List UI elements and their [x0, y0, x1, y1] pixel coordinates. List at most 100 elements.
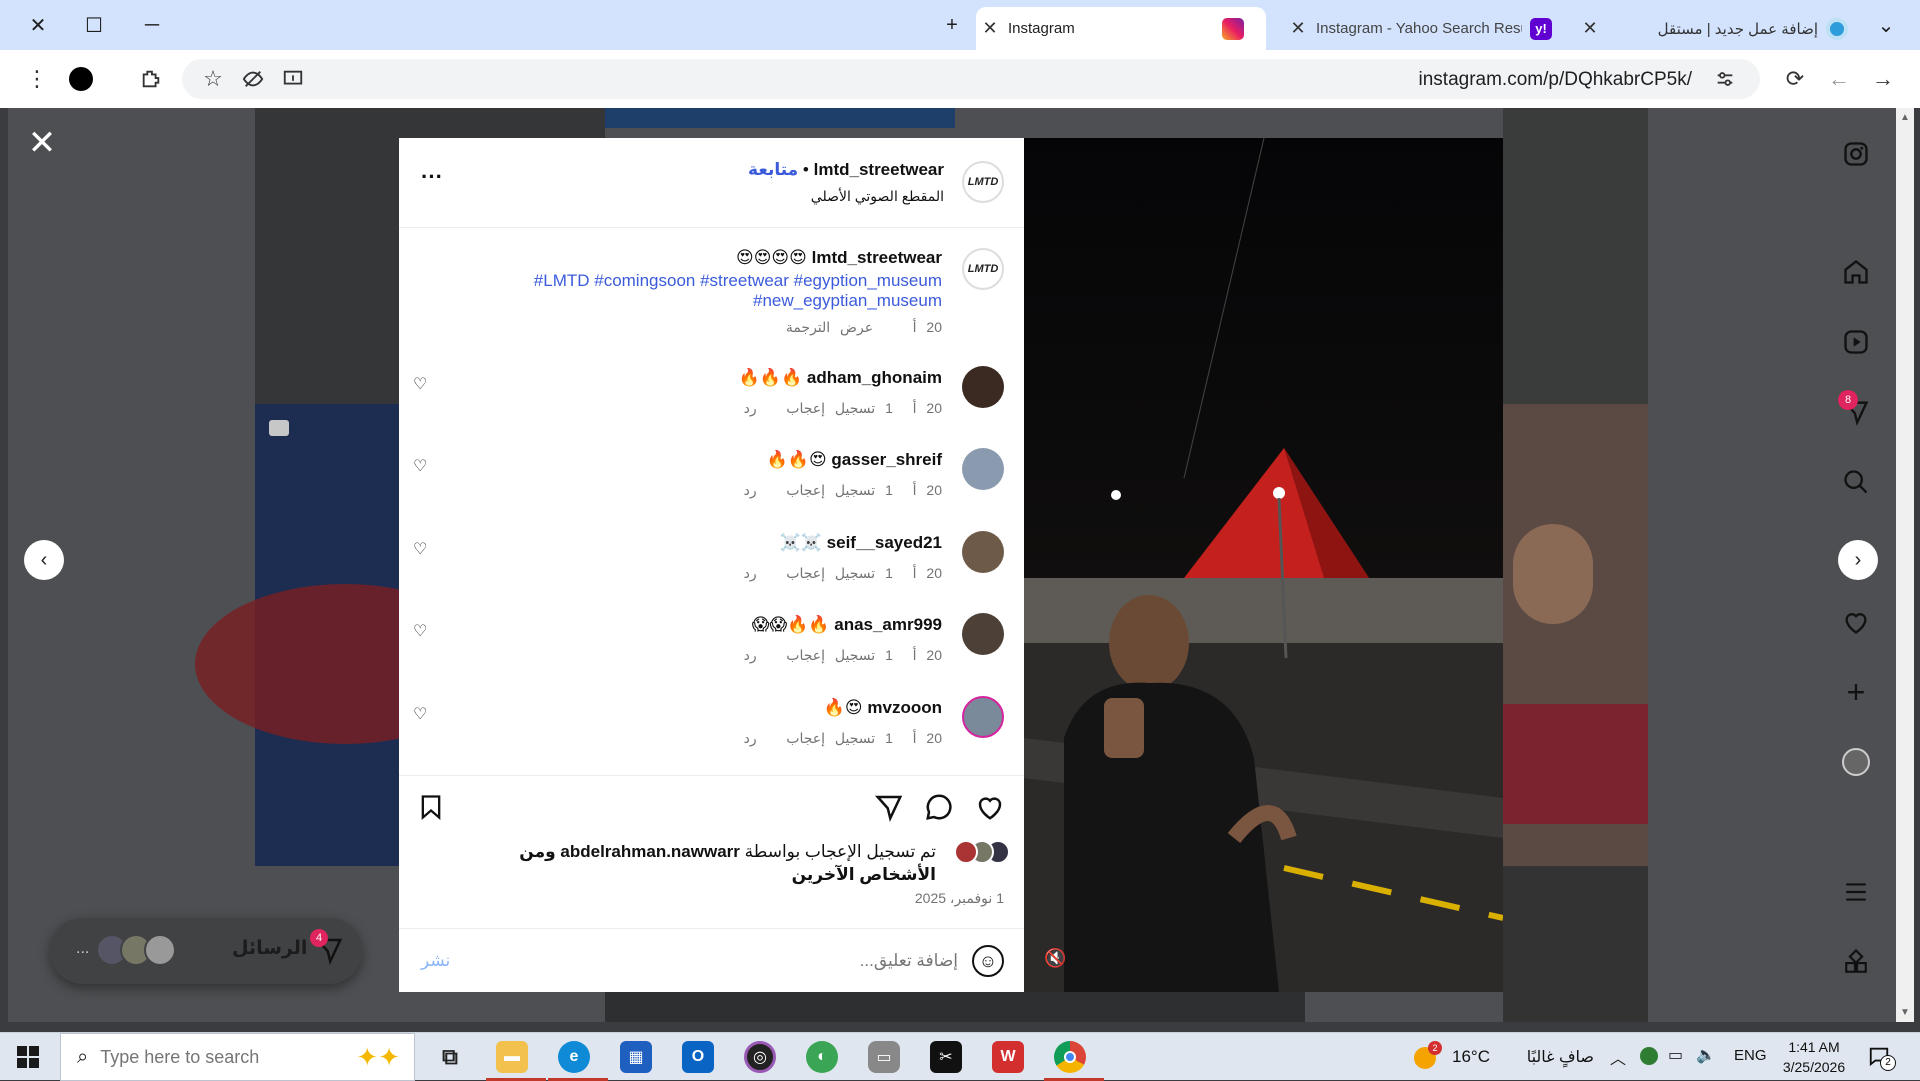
app-ring-icon[interactable]: ◎ [744, 1041, 776, 1073]
capcut-icon[interactable]: ✂ [930, 1041, 962, 1073]
commenter-username[interactable]: adham_ghonaim [807, 368, 942, 387]
background-post-tile[interactable] [195, 404, 495, 866]
menu-icon[interactable]: ⋮ [22, 64, 52, 94]
tab-yahoo[interactable]: ✕ Instagram - Yahoo Search Resu y! [1284, 7, 1584, 50]
file-explorer-icon[interactable]: ▬ [496, 1041, 528, 1073]
reply-button[interactable]: رد [744, 482, 757, 498]
caption-hashtags[interactable]: #LMTD #comingsoon #streetwear #egyption_… [462, 271, 942, 311]
commenter-username[interactable]: gasser_shreif [831, 450, 942, 469]
original-audio-link[interactable]: المقطع الصوتي الأصلي [811, 188, 944, 205]
previous-post-button[interactable]: ‹ [24, 540, 64, 580]
reply-button[interactable]: رد [744, 730, 757, 746]
address-bar[interactable]: ☆ instagram.com/p/DQhkabrCP5k/ [182, 59, 1760, 99]
messages-pill[interactable]: ... الرسائل 4 [50, 918, 362, 984]
wps-office-icon[interactable]: W [992, 1041, 1024, 1073]
author-avatar[interactable]: LMTD [962, 161, 1004, 203]
more-menu-icon[interactable] [1836, 872, 1876, 912]
like-heart-icon[interactable] [973, 790, 1007, 824]
clock[interactable]: 1:41 AM 3/25/2026 [1774, 1037, 1854, 1077]
see-translation-link[interactable]: عرض الترجمة [786, 319, 873, 335]
also-from-meta-icon[interactable] [1836, 942, 1876, 982]
edge-icon[interactable]: e [558, 1041, 590, 1073]
post-comment-button[interactable]: نشر [421, 951, 450, 971]
background-post-tile[interactable] [605, 988, 1305, 1022]
search-icon[interactable] [1836, 462, 1876, 502]
background-post-tile[interactable] [1503, 404, 1648, 866]
commenter-username[interactable]: mvzooon [867, 698, 942, 717]
site-settings-icon[interactable] [1710, 64, 1740, 94]
mute-icon[interactable]: 🔇 [1044, 948, 1066, 969]
caption-avatar[interactable]: LMTD [962, 248, 1004, 290]
background-post-tile[interactable] [1503, 866, 1648, 1022]
commenter-username[interactable]: seif__sayed21 [827, 533, 942, 552]
tray-app-icon[interactable] [1640, 1047, 1658, 1065]
commenter-avatar[interactable] [962, 366, 1004, 408]
back-icon[interactable]: ← [1824, 64, 1854, 94]
weather-icon[interactable]: 2 [1414, 1041, 1444, 1071]
profile-icon[interactable] [66, 64, 96, 94]
taskbar-search[interactable]: ⌕ ✦✦ [60, 1033, 415, 1081]
create-plus-icon[interactable]: + [1836, 672, 1876, 712]
store-icon[interactable]: ▦ [620, 1041, 652, 1073]
tray-chevron-icon[interactable]: ︿ [1610, 1045, 1626, 1069]
new-tab-icon[interactable]: + [938, 11, 966, 39]
taskbar-search-input[interactable] [100, 1046, 301, 1068]
chrome-icon[interactable] [1054, 1041, 1086, 1073]
background-post-tile[interactable] [1503, 108, 1648, 404]
notifications-heart-icon[interactable] [1836, 602, 1876, 642]
tab-close-icon[interactable]: ✕ [1576, 18, 1604, 39]
emoji-icon[interactable]: ☺ [972, 945, 1004, 977]
home-icon[interactable] [1836, 252, 1876, 292]
like-comment-icon[interactable]: ♡ [413, 621, 427, 641]
extensions-icon[interactable] [136, 64, 166, 94]
close-modal-icon[interactable]: ✕ [27, 126, 57, 160]
messages-sidebar-icon[interactable]: 8 [1836, 390, 1876, 432]
liker-avatars[interactable] [938, 840, 1010, 864]
outlook-icon[interactable]: O [682, 1041, 714, 1073]
commenter-username[interactable]: anas_amr999 [834, 615, 942, 634]
commenter-avatar[interactable] [962, 531, 1004, 573]
language-indicator[interactable]: ENG [1734, 1047, 1767, 1064]
reply-button[interactable]: رد [744, 647, 757, 663]
reply-button[interactable]: رد [744, 400, 757, 416]
minimize-icon[interactable]: ─ [138, 11, 166, 39]
windows-start-icon[interactable] [16, 1045, 40, 1069]
tab-close-icon[interactable]: ✕ [1284, 18, 1312, 39]
commenter-avatar[interactable] [962, 448, 1004, 490]
commenter-avatar[interactable] [962, 696, 1004, 738]
weather-temp[interactable]: 16°C [1452, 1047, 1490, 1067]
like-comment-icon[interactable]: ♡ [413, 456, 427, 476]
commenter-avatar[interactable] [962, 613, 1004, 655]
close-window-icon[interactable]: ✕ [24, 11, 52, 39]
volume-icon[interactable]: 🔈 [1696, 1045, 1716, 1065]
weather-text[interactable]: صافٍ غالبًا [1510, 1047, 1594, 1067]
scrollbar[interactable]: ▲ ▼ [1896, 108, 1914, 1022]
caption-username[interactable]: lmtd_streetwear [812, 248, 942, 267]
tab-mostaql[interactable]: ✕ إضافة عمل جديد | مستقل [1576, 7, 1876, 50]
more-options-icon[interactable]: ··· [421, 164, 443, 190]
tracking-eye-icon[interactable] [238, 64, 268, 94]
next-post-button[interactable]: › [1838, 540, 1878, 580]
globe-app-icon[interactable]: ◐ [806, 1041, 838, 1073]
like-comment-icon[interactable]: ♡ [413, 704, 427, 724]
likes-count[interactable]: 1 تسجيل إعجاب [786, 730, 893, 746]
profile-avatar-icon[interactable] [1836, 742, 1876, 782]
likes-count[interactable]: 1 تسجيل إعجاب [786, 400, 893, 416]
liker-username[interactable]: abdelrahman.nawwarr [560, 842, 740, 861]
install-app-icon[interactable] [278, 64, 308, 94]
likes-count[interactable]: 1 تسجيل إعجاب [786, 565, 893, 581]
follow-button[interactable]: متابعة [748, 160, 798, 179]
background-post-tile[interactable] [605, 108, 955, 128]
disk-app-icon[interactable]: ▭ [868, 1041, 900, 1073]
comment-input[interactable] [538, 943, 958, 979]
likes-count[interactable]: 1 تسجيل إعجاب [786, 647, 893, 663]
battery-icon[interactable]: ▭ [1668, 1045, 1683, 1065]
forward-icon[interactable]: → [1868, 64, 1898, 94]
tab-instagram[interactable]: ✕ Instagram [976, 7, 1266, 50]
author-username[interactable]: lmtd_streetwear [814, 160, 944, 179]
bookmark-star-icon[interactable]: ☆ [198, 64, 228, 94]
maximize-icon[interactable]: ☐ [80, 11, 108, 39]
save-bookmark-icon[interactable] [414, 790, 448, 824]
reels-icon[interactable] [1836, 322, 1876, 362]
reload-icon[interactable]: ⟳ [1780, 64, 1810, 94]
